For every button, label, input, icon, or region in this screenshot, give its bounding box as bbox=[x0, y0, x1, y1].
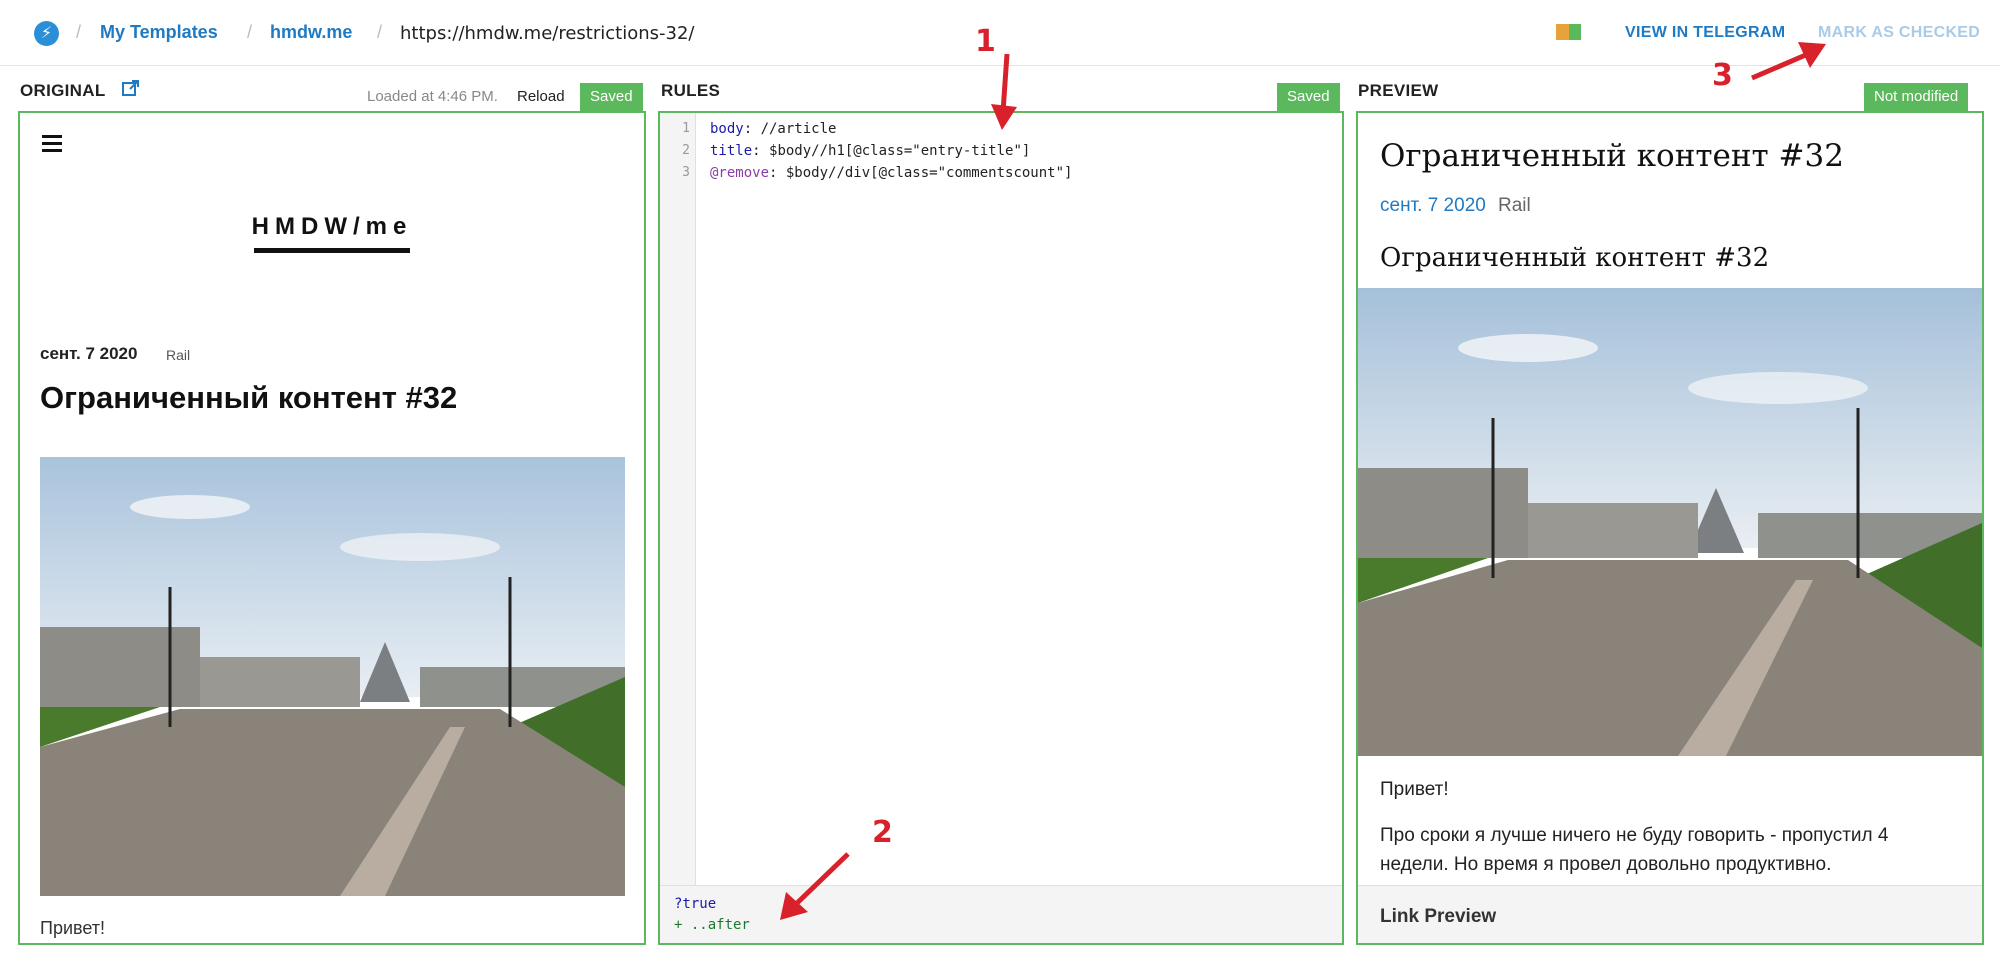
flag-stripe-green bbox=[1568, 24, 1581, 40]
site-title[interactable]: HMDW/me bbox=[20, 213, 644, 241]
annotation-arrow-icon bbox=[991, 53, 1017, 130]
preview-panel[interactable]: Ограниченный контент #32 сент. 7 2020 Ra… bbox=[1356, 111, 1984, 945]
preview-panel-title: PREVIEW bbox=[1358, 81, 1439, 100]
mark-as-checked-button[interactable]: MARK AS CHECKED bbox=[1818, 24, 1980, 42]
code-key: body bbox=[710, 121, 744, 137]
flag-stripe-orange bbox=[1556, 24, 1569, 40]
language-flag-icon bbox=[1556, 24, 1581, 40]
annotation-arrow-icon bbox=[780, 852, 850, 920]
article-title: Ограниченный контент #32 bbox=[40, 380, 458, 415]
preview-author: Rail bbox=[1498, 195, 1531, 216]
code-key: title bbox=[710, 143, 753, 159]
app-logo-icon[interactable]: ⚡ bbox=[34, 21, 59, 46]
article-photo bbox=[40, 457, 625, 896]
code-key: @remove bbox=[710, 165, 770, 181]
preview-photo bbox=[1358, 288, 1982, 756]
original-panel-title: ORIGINAL bbox=[20, 81, 106, 100]
line-number: 1 bbox=[682, 121, 690, 136]
hamburger-menu-icon[interactable] bbox=[42, 135, 62, 152]
rules-console: ?true + ..after bbox=[660, 885, 1342, 943]
external-link-icon[interactable] bbox=[121, 78, 141, 98]
line-number: 3 bbox=[682, 165, 690, 180]
breadcrumb-separator: / bbox=[76, 22, 82, 42]
annotation-marker: 2 bbox=[872, 815, 893, 850]
preview-status-badge: Not modified bbox=[1864, 83, 1969, 111]
preview-date[interactable]: сент. 7 2020 bbox=[1380, 195, 1486, 217]
site-title-underline bbox=[254, 248, 410, 253]
link-preview-label[interactable]: Link Preview bbox=[1380, 906, 1496, 928]
preview-paragraph: Про сроки я лучше ничего не буду говорит… bbox=[1380, 825, 1889, 875]
line-number: 2 bbox=[682, 143, 690, 158]
article-paragraph: Привет! bbox=[40, 918, 106, 938]
line-number-gutter: 1 2 3 bbox=[660, 113, 696, 885]
breadcrumb-separator: / bbox=[377, 22, 383, 42]
link-preview-bar[interactable]: Link Preview bbox=[1358, 885, 1982, 943]
article-author[interactable]: Rail bbox=[166, 347, 190, 363]
console-line: + ..after bbox=[674, 917, 750, 933]
loaded-time-text: Loaded at 4:46 PM. bbox=[367, 88, 498, 105]
rules-panel-title: RULES bbox=[661, 81, 721, 100]
original-status-badge: Saved bbox=[580, 83, 643, 111]
preview-article-title: Ограниченный контент #32 bbox=[1380, 138, 1844, 174]
code-line[interactable]: title: $body//h1[@class="entry-title"] bbox=[710, 143, 1030, 159]
annotation-arrow-icon bbox=[1751, 42, 1826, 81]
preview-paragraph: Привет! bbox=[1380, 779, 1449, 800]
rules-status-badge: Saved bbox=[1277, 83, 1340, 111]
console-line: ?true bbox=[674, 896, 717, 912]
original-panel[interactable]: HMDW/me сент. 7 2020 Rail Ограниченный к… bbox=[18, 111, 646, 945]
reload-link[interactable]: Reload bbox=[517, 88, 565, 105]
code-value: : $body//h1[@class="entry-title"] bbox=[752, 143, 1031, 159]
breadcrumb-my-templates[interactable]: My Templates bbox=[100, 22, 218, 43]
breadcrumb-separator: / bbox=[247, 22, 253, 42]
code-line[interactable]: @remove: $body//div[@class="commentscoun… bbox=[710, 165, 1072, 181]
annotation-marker: 3 bbox=[1712, 58, 1733, 93]
breadcrumb-hmdw[interactable]: hmdw.me bbox=[270, 22, 352, 43]
article-date: сент. 7 2020 bbox=[40, 344, 138, 363]
code-value: : //article bbox=[743, 121, 837, 137]
code-value: : $body//div[@class="commentscount"] bbox=[769, 165, 1073, 181]
page-url: https://hmdw.me/restrictions-32/ bbox=[400, 23, 695, 44]
rules-panel[interactable]: 1 2 3 body: //article title: $body//h1[@… bbox=[658, 111, 1344, 945]
preview-subtitle: Ограниченный контент #32 bbox=[1380, 243, 1770, 273]
code-line[interactable]: body: //article bbox=[710, 121, 836, 137]
